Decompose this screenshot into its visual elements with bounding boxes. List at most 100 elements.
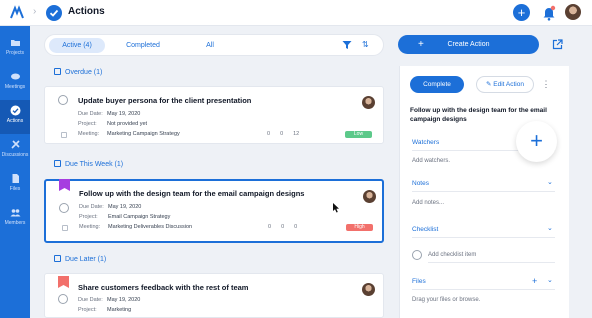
create-action-button[interactable]: + Create Action [398, 35, 539, 54]
meeting-row: Meeting: Marketing Campaign Strategy [78, 131, 180, 137]
sidebar-item-label: Actions [6, 118, 24, 124]
lock-icon [61, 132, 67, 138]
calendar-icon [54, 160, 61, 167]
priority-badge: Low [345, 131, 372, 138]
section-label: Overdue (1) [65, 69, 103, 76]
action-counts: 0 0 0 [268, 224, 307, 230]
divider [412, 237, 555, 238]
create-action-label: Create Action [447, 41, 490, 48]
complete-button[interactable]: Complete [410, 76, 464, 93]
sort-icon[interactable]: ⇅ [362, 40, 369, 49]
action-card[interactable]: Update buyer persona for the client pres… [44, 86, 384, 144]
section-this-week[interactable]: Due This Week (1) [54, 160, 123, 168]
add-checklist-input[interactable]: Add checklist item [428, 252, 476, 258]
add-watchers-input[interactable]: Add watchers. [412, 158, 450, 164]
tab-all[interactable]: All [185, 38, 235, 53]
complete-checkbox[interactable] [59, 203, 69, 213]
complete-checkbox[interactable] [58, 95, 68, 105]
sidebar-item-label: Members [4, 220, 26, 226]
project-row: Project: Not provided yet [78, 121, 148, 127]
page-title: Actions [68, 6, 105, 17]
watcher-count: 0 [281, 224, 285, 230]
divider [412, 289, 555, 290]
chevron-down-icon[interactable]: ⌄ [547, 276, 553, 284]
user-avatar[interactable] [565, 4, 581, 20]
notification-bell-icon[interactable] [542, 5, 556, 21]
checklist-checkbox[interactable] [412, 250, 422, 260]
priority-badge: High [346, 224, 373, 231]
checklist-heading[interactable]: Checklist [412, 226, 438, 233]
mouse-cursor-icon [333, 203, 339, 213]
chevron-down-icon[interactable]: ⌄ [547, 224, 553, 232]
sidebar: Projects Meetings Actions Discussions Fi… [0, 26, 30, 318]
sidebar-item-meetings[interactable]: Meetings [0, 66, 30, 100]
meetings-icon [10, 73, 20, 80]
flag-icon [58, 276, 69, 288]
edit-action-button[interactable]: ✎ Edit Action [476, 76, 534, 93]
action-card[interactable]: Share customers feedback with the rest o… [44, 273, 384, 318]
sidebar-item-label: Discussions [1, 152, 29, 158]
section-overdue[interactable]: Overdue (1) [54, 68, 102, 76]
check-circle-icon [10, 105, 20, 116]
project-row: Project: Marketing [78, 307, 132, 313]
flag-icon [59, 179, 70, 191]
discussion-icon [10, 140, 20, 149]
sidebar-item-members[interactable]: Members [0, 202, 30, 236]
action-title: Follow up with the design team for the e… [79, 189, 305, 198]
meeting-row: Meeting: Marketing Deliverables Discussio… [79, 224, 193, 230]
add-file-icon[interactable]: + [532, 276, 537, 286]
app-logo-icon[interactable] [9, 5, 25, 21]
complete-checkbox[interactable] [58, 294, 68, 304]
filter-icon[interactable] [342, 40, 352, 50]
due-date-row: Due Date: May 19, 2020 [78, 111, 141, 117]
comment-count: 12 [293, 131, 300, 137]
export-icon[interactable] [552, 39, 563, 50]
project-row: Project: Email Campaign Strategy [79, 214, 171, 220]
action-title: Share customers feedback with the rest o… [78, 283, 249, 292]
divider [412, 191, 555, 192]
more-options-icon[interactable]: ⋮ [540, 76, 552, 93]
sidebar-item-actions[interactable]: Actions [0, 100, 30, 134]
drag-files-area[interactable]: Drag your files or browse. [412, 297, 480, 303]
assignee-avatar [362, 96, 375, 109]
action-counts: 0 0 12 [267, 131, 309, 137]
sidebar-item-files[interactable]: Files [0, 168, 30, 202]
plus-icon: + [418, 39, 424, 50]
due-date-row: Due Date: May 19, 2020 [79, 204, 142, 210]
watcher-count: 0 [280, 131, 284, 137]
section-label: Due This Week (1) [65, 161, 124, 168]
section-label: Due Later (1) [65, 256, 107, 263]
edit-action-label: Edit Action [493, 81, 524, 88]
lock-icon [62, 225, 68, 231]
filter-tabs: Active (4) Completed All ⇅ [44, 34, 384, 56]
sidebar-item-label: Projects [5, 50, 25, 56]
top-bar: › Actions + [0, 0, 592, 26]
calendar-icon [54, 255, 61, 262]
add-notes-input[interactable]: Add notes... [412, 200, 444, 206]
sidebar-item-label: Files [9, 186, 21, 192]
files-heading: Files [412, 278, 426, 285]
global-add-button[interactable]: + [513, 4, 530, 21]
action-title: Update buyer persona for the client pres… [78, 96, 252, 105]
folder-icon [10, 40, 20, 46]
due-date-row: Due Date: May 19, 2020 [78, 297, 141, 303]
sidebar-item-discussions[interactable]: Discussions [0, 134, 30, 168]
assignee-avatar [363, 190, 376, 203]
actions-title-icon [46, 5, 62, 21]
sidebar-item-label: Meetings [4, 84, 26, 90]
tab-completed[interactable]: Completed [115, 38, 171, 53]
sidebar-item-projects[interactable]: Projects [0, 32, 30, 66]
checklist-count: 0 [267, 131, 271, 137]
tab-active[interactable]: Active (4) [49, 38, 105, 53]
section-later[interactable]: Due Later (1) [54, 255, 106, 263]
action-detail-panel: Complete ✎ Edit Action ⋮ Follow up with … [399, 66, 569, 318]
chevron-down-icon[interactable]: ⌄ [547, 178, 553, 186]
comment-count: 0 [294, 224, 298, 230]
watchers-heading: Watchers [412, 139, 440, 146]
floating-add-button[interactable]: + [516, 121, 557, 162]
calendar-icon [54, 68, 61, 75]
breadcrumb-chevron-icon: › [33, 6, 37, 17]
notes-heading[interactable]: Notes [412, 180, 429, 187]
file-icon [12, 174, 19, 183]
members-icon [10, 209, 20, 217]
